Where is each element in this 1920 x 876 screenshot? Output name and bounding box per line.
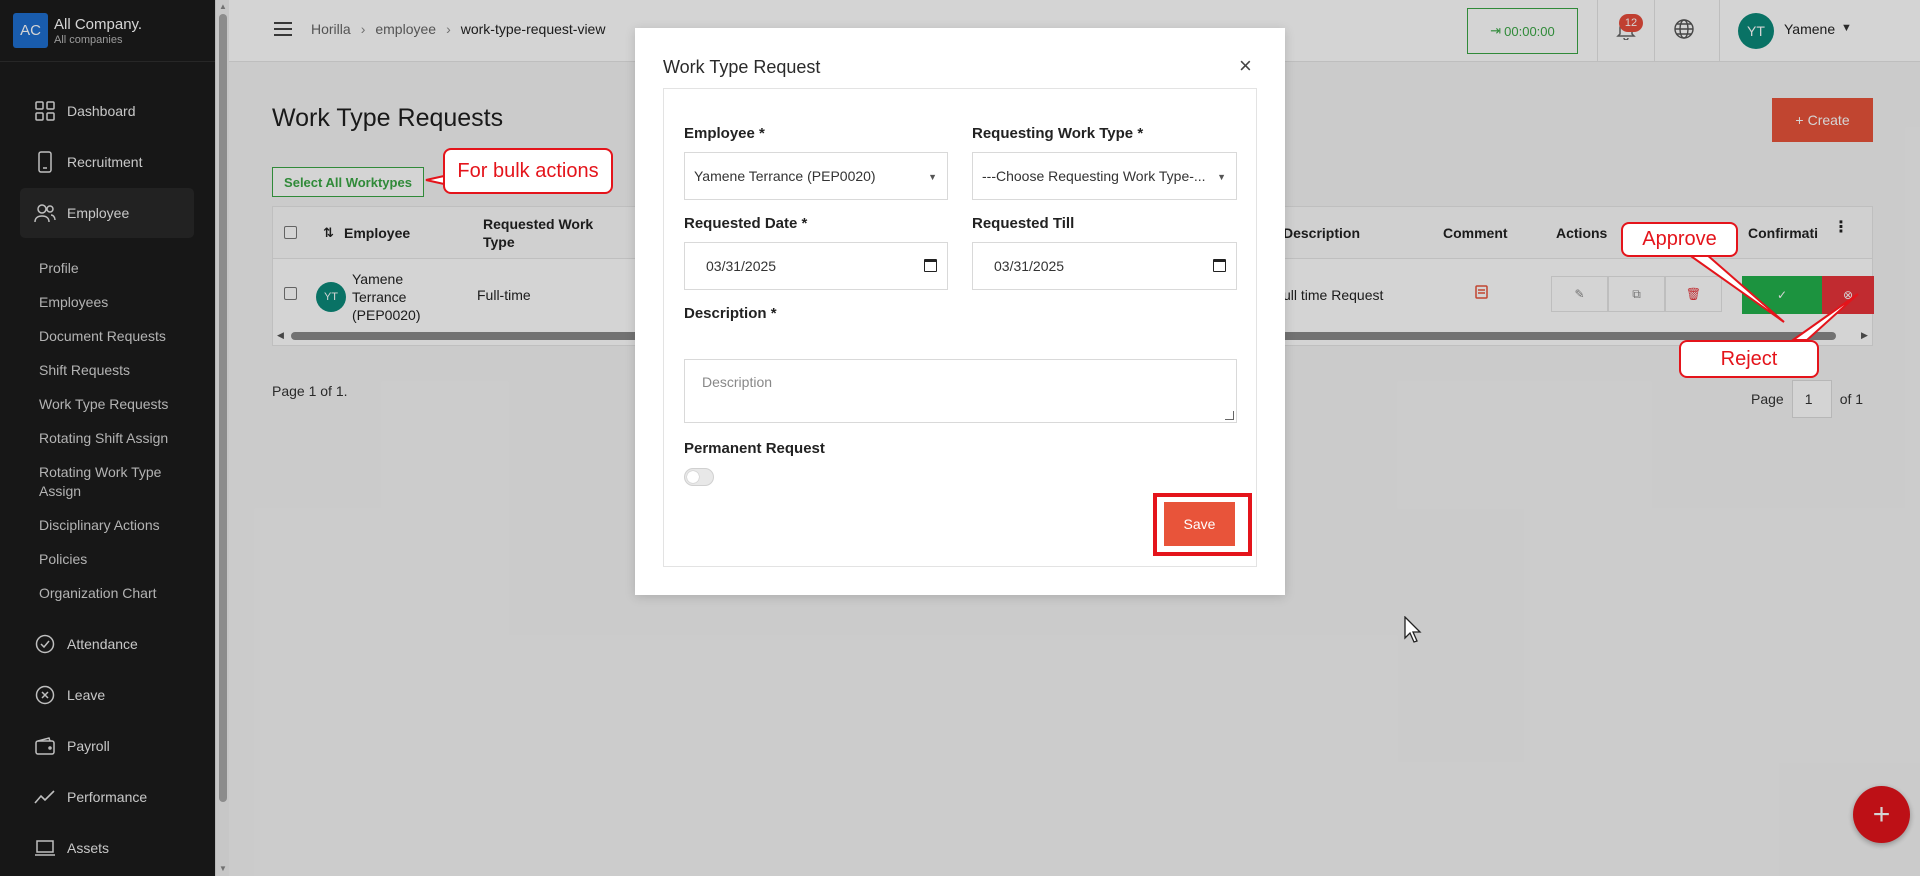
work-type-select-value: ---Choose Requesting Work Type-...: [982, 168, 1206, 184]
permanent-request-toggle[interactable]: [684, 468, 714, 486]
annotation-approve: Approve: [1621, 222, 1738, 257]
requested-date-value: 03/31/2025: [706, 258, 777, 274]
employee-select[interactable]: Yamene Terrance (PEP0020) ▼: [684, 152, 948, 200]
annotation-bulk-actions: For bulk actions: [443, 148, 613, 194]
work-type-select[interactable]: ---Choose Requesting Work Type-... ▼: [972, 152, 1237, 200]
requested-date-input[interactable]: 03/31/2025: [684, 242, 948, 290]
toggle-knob: [687, 471, 699, 483]
caret-down-icon: ▼: [1217, 172, 1226, 182]
requested-till-input[interactable]: 03/31/2025: [972, 242, 1237, 290]
caret-down-icon: ▼: [928, 172, 937, 182]
close-icon[interactable]: ×: [1239, 55, 1252, 77]
calendar-icon[interactable]: [1213, 259, 1226, 272]
permanent-request-label: Permanent Request: [684, 440, 825, 457]
save-button[interactable]: Save: [1164, 502, 1235, 546]
requested-till-label: Requested Till: [972, 215, 1075, 232]
employee-select-value: Yamene Terrance (PEP0020): [694, 168, 876, 184]
description-textarea[interactable]: Description: [684, 359, 1237, 423]
annotation-reject: Reject: [1679, 340, 1819, 378]
description-placeholder: Description: [702, 374, 773, 390]
modal-title: Work Type Request: [663, 57, 821, 77]
resize-handle-icon[interactable]: [1225, 411, 1234, 420]
employee-label: Employee *: [684, 125, 765, 142]
description-label: Description *: [684, 305, 777, 322]
mouse-pointer-icon: [1404, 615, 1424, 647]
requested-till-value: 03/31/2025: [994, 258, 1065, 274]
work-type-label: Requesting Work Type *: [972, 125, 1144, 142]
requested-date-label: Requested Date *: [684, 215, 808, 232]
calendar-icon[interactable]: [924, 259, 937, 272]
